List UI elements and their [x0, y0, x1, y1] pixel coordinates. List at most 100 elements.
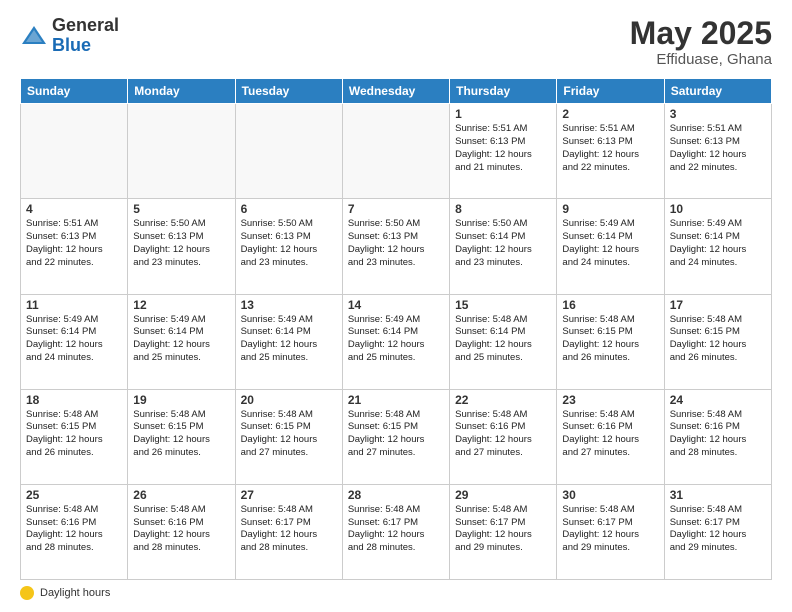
calendar-cell: 20Sunrise: 5:48 AM Sunset: 6:15 PM Dayli… [235, 389, 342, 484]
calendar-cell: 7 Sunrise: 5:50 AM Sunset: 6:13 PM Daylig… [342, 199, 449, 294]
calendar-cell: 13 Sunrise: 5:49 AM Sunset: 6:14 PM Dayli… [235, 294, 342, 389]
day-number: 3 [670, 107, 766, 121]
cell-info: Sunrise: 5:50 AM Sunset: 6:13 PM Dayligh… [133, 218, 229, 269]
cell-info: Sunrise: 5:49 AM Sunset: 6:14 PM Dayligh… [241, 314, 337, 365]
calendar-cell: 11Sunrise: 5:49 AM Sunset: 6:14 PM Dayli… [21, 294, 128, 389]
calendar-cell: 12 Sunrise: 5:49 AM Sunset: 6:14 PM Dayli… [128, 294, 235, 389]
calendar-cell: 18Sunrise: 5:48 AM Sunset: 6:15 PM Dayli… [21, 389, 128, 484]
cell-info: Sunrise: 5:51 AM Sunset: 6:13 PM Dayligh… [562, 123, 658, 174]
cell-info: Sunrise: 5:48 AM Sunset: 6:17 PM Dayligh… [241, 504, 337, 555]
calendar-cell: 19Sunrise: 5:48 AM Sunset: 6:15 PM Dayli… [128, 389, 235, 484]
day-number: 23 [562, 393, 658, 407]
day-number: 11 [26, 298, 122, 312]
calendar-cell: 4 Sunrise: 5:51 AM Sunset: 6:13 PM Daylig… [21, 199, 128, 294]
title-area: May 2025 Effiduase, Ghana [630, 16, 772, 68]
calendar-cell [21, 104, 128, 199]
day-number: 10 [670, 202, 766, 216]
day-number: 6 [241, 202, 337, 216]
cell-info: Sunrise: 5:49 AM Sunset: 6:14 PM Dayligh… [348, 314, 444, 365]
day-header-friday: Friday [557, 79, 664, 104]
cell-info: Sunrise: 5:48 AM Sunset: 6:14 PM Dayligh… [455, 314, 551, 365]
cell-info: Sunrise: 5:51 AM Sunset: 6:13 PM Dayligh… [455, 123, 551, 174]
day-header-monday: Monday [128, 79, 235, 104]
logo: General Blue [20, 16, 119, 56]
cell-info: Sunrise: 5:48 AM Sunset: 6:17 PM Dayligh… [562, 504, 658, 555]
calendar-cell: 1Sunrise: 5:51 AM Sunset: 6:13 PM Daylig… [450, 104, 557, 199]
day-header-sunday: Sunday [21, 79, 128, 104]
calendar: SundayMondayTuesdayWednesdayThursdayFrid… [20, 78, 772, 580]
week-row-3: 11 Sunrise: 5:49 AM Sunset: 6:14 PM Dayli… [21, 294, 772, 389]
day-number: 21 [348, 393, 444, 407]
logo-icon [20, 22, 48, 50]
day-number: 7 [348, 202, 444, 216]
footer: Daylight hours [20, 586, 772, 600]
cell-info: Sunrise: 5:48 AM Sunset: 6:16 PM Dayligh… [133, 504, 229, 555]
location: Effiduase, Ghana [630, 51, 772, 68]
cell-info: Sunrise: 5:48 AM Sunset: 6:16 PM Dayligh… [670, 409, 766, 460]
day-number: 2 [562, 107, 658, 121]
cell-info: Sunrise: 5:48 AM Sunset: 6:16 PM Dayligh… [562, 409, 658, 460]
day-number: 15 [455, 298, 551, 312]
day-header-wednesday: Wednesday [342, 79, 449, 104]
day-number: 8 [455, 202, 551, 216]
calendar-cell: 15 Sunrise: 5:48 AM Sunset: 6:14 PM Dayli… [450, 294, 557, 389]
header: General Blue May 2025 Effiduase, Ghana [20, 16, 772, 68]
cell-info: Sunrise: 5:48 AM Sunset: 6:15 PM Dayligh… [348, 409, 444, 460]
cell-info: Sunrise: 5:48 AM Sunset: 6:15 PM Dayligh… [133, 409, 229, 460]
day-number: 27 [241, 488, 337, 502]
calendar-cell: 24 Sunrise: 5:48 AM Sunset: 6:16 PM Dayli… [664, 389, 771, 484]
cell-info: Sunrise: 5:51 AM Sunset: 6:13 PM Dayligh… [26, 218, 122, 269]
calendar-cell [342, 104, 449, 199]
day-number: 16 [562, 298, 658, 312]
day-number: 4 [26, 202, 122, 216]
cell-info: Sunrise: 5:49 AM Sunset: 6:14 PM Dayligh… [133, 314, 229, 365]
cell-info: Sunrise: 5:48 AM Sunset: 6:17 PM Dayligh… [455, 504, 551, 555]
cell-info: Sunrise: 5:51 AM Sunset: 6:13 PM Dayligh… [670, 123, 766, 174]
calendar-cell: 31Sunrise: 5:48 AM Sunset: 6:17 PM Dayli… [664, 484, 771, 579]
calendar-cell: 21 Sunrise: 5:48 AM Sunset: 6:15 PM Dayli… [342, 389, 449, 484]
page: General Blue May 2025 Effiduase, Ghana S… [0, 0, 792, 612]
calendar-cell: 25 Sunrise: 5:48 AM Sunset: 6:16 PM Dayli… [21, 484, 128, 579]
day-header-thursday: Thursday [450, 79, 557, 104]
month-year: May 2025 [630, 16, 772, 51]
calendar-cell: 17 Sunrise: 5:48 AM Sunset: 6:15 PM Dayli… [664, 294, 771, 389]
cell-info: Sunrise: 5:50 AM Sunset: 6:13 PM Dayligh… [241, 218, 337, 269]
day-number: 18 [26, 393, 122, 407]
calendar-cell: 8 Sunrise: 5:50 AM Sunset: 6:14 PM Daylig… [450, 199, 557, 294]
cell-info: Sunrise: 5:50 AM Sunset: 6:13 PM Dayligh… [348, 218, 444, 269]
day-number: 24 [670, 393, 766, 407]
day-number: 14 [348, 298, 444, 312]
logo-blue: Blue [52, 35, 91, 55]
cell-info: Sunrise: 5:48 AM Sunset: 6:15 PM Dayligh… [562, 314, 658, 365]
calendar-cell: 3 Sunrise: 5:51 AM Sunset: 6:13 PM Daylig… [664, 104, 771, 199]
calendar-cell [235, 104, 342, 199]
day-number: 22 [455, 393, 551, 407]
day-number: 25 [26, 488, 122, 502]
day-number: 12 [133, 298, 229, 312]
calendar-cell: 28Sunrise: 5:48 AM Sunset: 6:17 PM Dayli… [342, 484, 449, 579]
calendar-cell: 23 Sunrise: 5:48 AM Sunset: 6:16 PM Dayli… [557, 389, 664, 484]
day-number: 30 [562, 488, 658, 502]
day-number: 17 [670, 298, 766, 312]
calendar-cell: 22Sunrise: 5:48 AM Sunset: 6:16 PM Dayli… [450, 389, 557, 484]
calendar-cell: 16 Sunrise: 5:48 AM Sunset: 6:15 PM Dayli… [557, 294, 664, 389]
cell-info: Sunrise: 5:48 AM Sunset: 6:16 PM Dayligh… [26, 504, 122, 555]
cell-info: Sunrise: 5:50 AM Sunset: 6:14 PM Dayligh… [455, 218, 551, 269]
day-number: 13 [241, 298, 337, 312]
cell-info: Sunrise: 5:48 AM Sunset: 6:15 PM Dayligh… [670, 314, 766, 365]
calendar-table: SundayMondayTuesdayWednesdayThursdayFrid… [20, 78, 772, 580]
daylight-label: Daylight hours [40, 587, 110, 599]
calendar-cell: 14 Sunrise: 5:49 AM Sunset: 6:14 PM Dayli… [342, 294, 449, 389]
logo-text: General Blue [52, 16, 119, 56]
day-number: 26 [133, 488, 229, 502]
week-row-5: 25 Sunrise: 5:48 AM Sunset: 6:16 PM Dayli… [21, 484, 772, 579]
calendar-cell: 6 Sunrise: 5:50 AM Sunset: 6:13 PM Daylig… [235, 199, 342, 294]
calendar-cell: 30 Sunrise: 5:48 AM Sunset: 6:17 PM Dayli… [557, 484, 664, 579]
calendar-cell: 29Sunrise: 5:48 AM Sunset: 6:17 PM Dayli… [450, 484, 557, 579]
day-number: 9 [562, 202, 658, 216]
week-row-2: 4 Sunrise: 5:51 AM Sunset: 6:13 PM Daylig… [21, 199, 772, 294]
calendar-cell: 9Sunrise: 5:49 AM Sunset: 6:14 PM Daylig… [557, 199, 664, 294]
calendar-cell [128, 104, 235, 199]
cell-info: Sunrise: 5:49 AM Sunset: 6:14 PM Dayligh… [670, 218, 766, 269]
day-number: 20 [241, 393, 337, 407]
